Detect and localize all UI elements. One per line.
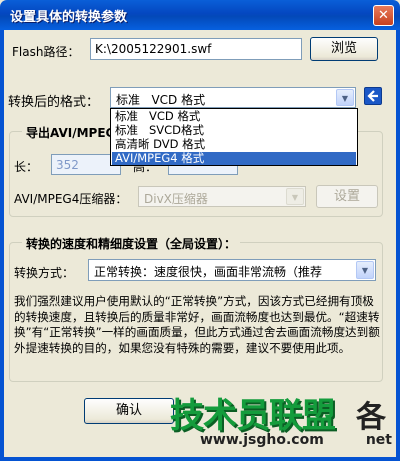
flash-path-field[interactable]: K:\2005122901.swf xyxy=(90,38,302,60)
flash-path-label: Flash路径： xyxy=(12,45,80,59)
compressor-select-value: DivX压缩器 xyxy=(144,192,208,206)
watermark-url: www.jsgho.com xyxy=(200,432,324,448)
export-group-title: 导出AVI/MPEG xyxy=(22,124,120,141)
description-text: 我们强烈建议用户使用默认的“正常转换”方式，因该方式已经拥有顶极的转换速度，且转… xyxy=(14,294,380,355)
title-bar: 设置具体的转换参数 ✕ xyxy=(0,0,400,30)
mode-label: 转换方式： xyxy=(14,266,75,280)
window-title: 设置具体的转换参数 xyxy=(10,10,128,25)
format-select-value: 标准 VCD 格式 xyxy=(116,93,206,107)
format-option-selected[interactable]: AVI/MPEG4 格式 xyxy=(112,152,356,165)
mode-select-value: 正常转换：速度很快，画面非常流畅（推荐 xyxy=(94,265,323,279)
ok-button[interactable]: 确认 xyxy=(84,398,174,424)
mode-select[interactable]: 正常转换：速度很快，画面非常流畅（推荐 ▼ xyxy=(88,259,376,281)
chevron-down-icon[interactable]: ▼ xyxy=(286,188,304,205)
window-frame-left xyxy=(0,30,4,461)
watermark-tail: 各 xyxy=(356,400,386,435)
format-dropdown-list: 标准 VCD 格式 标准 SVCD格式 高清晰 DVD 格式 AVI/MPEG4… xyxy=(110,108,358,166)
chevron-down-icon[interactable]: ▼ xyxy=(356,261,374,279)
back-arrow-icon[interactable] xyxy=(364,87,382,105)
compressor-label: AVI/MPEG4压缩器： xyxy=(14,192,128,206)
chevron-down-icon[interactable]: ▼ xyxy=(336,89,354,106)
speed-group-title: 转换的速度和精细度设置（全局设置）： xyxy=(22,235,241,252)
watermark-brand: 技术员联盟 xyxy=(170,396,336,436)
format-label: 转换后的格式： xyxy=(8,95,100,110)
format-select[interactable]: 标准 VCD 格式 ▼ xyxy=(110,87,356,108)
width-label: 长： xyxy=(14,160,39,174)
watermark-net: net xyxy=(365,432,392,448)
watermark-logo: 技术员联盟 各 www.jsgho.com net xyxy=(170,386,400,461)
close-icon: ✕ xyxy=(378,8,389,23)
compressor-select[interactable]: DivX压缩器 ▼ xyxy=(138,186,306,207)
compressor-settings-button[interactable]: 设置 xyxy=(316,185,378,208)
format-option[interactable]: 标准 SVCD格式 xyxy=(112,124,356,137)
format-option[interactable]: 高清晰 DVD 格式 xyxy=(112,138,356,151)
browse-button[interactable]: 浏览 xyxy=(310,37,378,61)
format-option[interactable]: 标准 VCD 格式 xyxy=(112,110,356,123)
close-button[interactable]: ✕ xyxy=(373,5,394,26)
